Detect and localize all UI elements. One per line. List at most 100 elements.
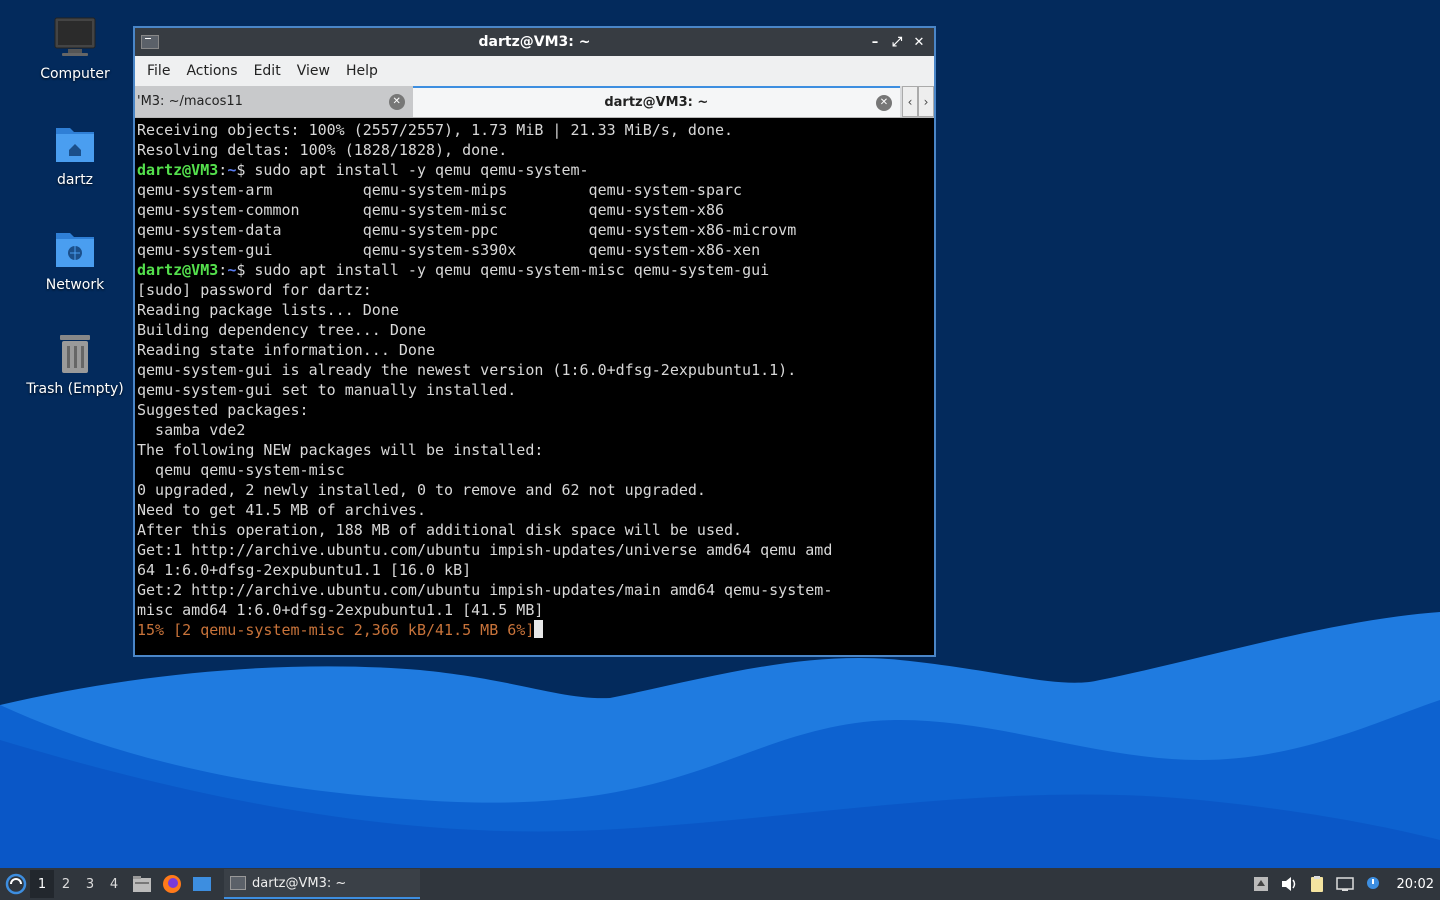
menu-file[interactable]: File — [139, 63, 178, 79]
output-text: After this operation, 188 MB of addition… — [137, 521, 743, 539]
minimize-button[interactable]: – — [866, 33, 884, 51]
volume-icon[interactable] — [1279, 874, 1299, 894]
terminal-line: qemu qemu-system-misc — [137, 460, 932, 480]
workspace-2[interactable]: 2 — [54, 870, 78, 898]
show-desktop-icon — [193, 877, 211, 891]
tab-bar: 'M3: ~/macos11 ✕ dartz@VM3: ~ ✕ ‹ › — [135, 86, 934, 118]
desktop-icon-home[interactable]: dartz — [10, 122, 140, 188]
terminal-line: qemu-system-gui set to manually installe… — [137, 380, 932, 400]
workspace-4[interactable]: 4 — [102, 870, 126, 898]
prompt-path: ~ — [227, 161, 237, 179]
desktop-icon-label: dartz — [56, 172, 94, 188]
terminal-line: [sudo] password for dartz: — [137, 280, 932, 300]
output-text: Reading state information... Done — [137, 341, 436, 359]
prompt-separator: : — [218, 161, 228, 179]
prompt-path: ~ — [227, 261, 237, 279]
terminal-line: qemu-system-data qemu-system-ppc qemu-sy… — [137, 220, 932, 240]
terminal-line: Resolving deltas: 100% (1828/1828), done… — [137, 140, 932, 160]
prompt-separator: : — [218, 261, 228, 279]
menubar: File Actions Edit View Help — [135, 56, 934, 86]
show-desktop-launcher[interactable] — [188, 870, 216, 898]
desktop-icon-label: Computer — [40, 66, 110, 82]
output-text: Building dependency tree... Done — [137, 321, 426, 339]
desktop-icon-computer[interactable]: Computer — [10, 16, 140, 82]
desktop-icon-label: Trash (Empty) — [26, 381, 124, 397]
menu-actions[interactable]: Actions — [178, 63, 245, 79]
terminal-line: qemu-system-arm qemu-system-mips qemu-sy… — [137, 180, 932, 200]
prompt-end: $ — [236, 261, 255, 279]
terminal-line: Get:1 http://archive.ubuntu.com/ubuntu i… — [137, 540, 932, 560]
file-manager-launcher[interactable] — [128, 870, 156, 898]
network-status-icon[interactable] — [1335, 874, 1355, 894]
terminal-line: Need to get 41.5 MB of archives. — [137, 500, 932, 520]
terminal-line: Reading package lists... Done — [137, 300, 932, 320]
output-text: Suggested packages: — [137, 401, 309, 419]
lubuntu-logo-icon — [5, 873, 27, 895]
terminal-line: dartz@VM3:~$ sudo apt install -y qemu qe… — [137, 260, 932, 280]
desktop-icon-network[interactable]: Network — [10, 227, 140, 293]
home-folder-icon — [56, 128, 94, 162]
terminal-output[interactable]: Receiving objects: 100% (2557/2557), 1.7… — [135, 118, 934, 655]
output-text: qemu-system-data qemu-system-ppc qemu-sy… — [137, 221, 797, 239]
workspace-3[interactable]: 3 — [78, 870, 102, 898]
tab-label: dartz@VM3: ~ — [604, 95, 709, 110]
window-titlebar[interactable]: dartz@VM3: ~ – ⤢ ✕ — [135, 28, 934, 56]
output-text: qemu-system-gui set to manually installe… — [137, 381, 517, 399]
terminal-line: Get:2 http://archive.ubuntu.com/ubuntu i… — [137, 580, 932, 600]
output-text: Get:2 http://archive.ubuntu.com/ubuntu i… — [137, 581, 833, 599]
terminal-line: misc amd64 1:6.0+dfsg-2expubuntu1.1 [41.… — [137, 600, 932, 620]
firefox-icon — [163, 875, 181, 893]
clipboard-icon[interactable] — [1307, 874, 1327, 894]
prompt-user: dartz@VM3 — [137, 261, 219, 279]
output-text: [sudo] password for dartz: — [137, 281, 372, 299]
output-text: Need to get 41.5 MB of archives. — [137, 501, 426, 519]
terminal-line: Receiving objects: 100% (2557/2557), 1.7… — [137, 120, 932, 140]
terminal-app-icon[interactable] — [141, 35, 159, 49]
close-button[interactable]: ✕ — [910, 33, 928, 51]
tab-scroll-left-icon[interactable]: ‹ — [902, 86, 918, 117]
terminal-line: qemu-system-common qemu-system-misc qemu… — [137, 200, 932, 220]
tab-macos11[interactable]: 'M3: ~/macos11 ✕ — [135, 86, 413, 117]
network-folder-icon — [56, 233, 94, 267]
terminal-line: qemu-system-gui qemu-system-s390x qemu-s… — [137, 240, 932, 260]
terminal-line: 64 1:6.0+dfsg-2expubuntu1.1 [16.0 kB] — [137, 560, 932, 580]
output-text: samba vde2 — [137, 421, 246, 439]
desktop-icon-label: Network — [45, 277, 105, 293]
output-text: Reading package lists... Done — [137, 301, 399, 319]
tab-close-icon[interactable]: ✕ — [388, 93, 405, 110]
taskbar-item-terminal[interactable]: dartz@VM3: ~ — [224, 869, 420, 899]
menu-help[interactable]: Help — [338, 63, 386, 79]
workspace-1[interactable]: 1 — [30, 870, 54, 898]
terminal-line: 15% [2 qemu-system-misc 2,366 kB/41.5 MB… — [137, 620, 932, 640]
output-text: qemu-system-arm qemu-system-mips qemu-sy… — [137, 181, 743, 199]
maximize-button[interactable]: ⤢ — [888, 33, 906, 51]
tab-scroll-right-icon[interactable]: › — [918, 86, 934, 117]
command-text: sudo apt install -y qemu qemu-system- — [254, 161, 589, 179]
task-label: dartz@VM3: ~ — [252, 875, 347, 891]
output-text: qemu-system-gui is already the newest ve… — [137, 361, 797, 379]
tab-home[interactable]: dartz@VM3: ~ ✕ — [412, 86, 900, 117]
terminal-line: samba vde2 — [137, 420, 932, 440]
start-menu-button[interactable] — [2, 870, 30, 898]
terminal-line: Reading state information... Done — [137, 340, 932, 360]
clock[interactable]: 20:02 — [1397, 877, 1434, 892]
notification-icon[interactable] — [1363, 874, 1383, 894]
terminal-line: Suggested packages: — [137, 400, 932, 420]
tab-close-icon[interactable]: ✕ — [876, 94, 892, 111]
firefox-launcher[interactable] — [158, 870, 186, 898]
menu-view[interactable]: View — [289, 63, 338, 79]
window-title: dartz@VM3: ~ — [478, 34, 591, 50]
output-text: qemu qemu-system-misc — [137, 461, 345, 479]
output-text: Receiving objects: 100% (2557/2557), 1.7… — [137, 121, 734, 139]
terminal-window[interactable]: dartz@VM3: ~ – ⤢ ✕ File Actions Edit Vie… — [133, 26, 936, 657]
prompt-end: $ — [236, 161, 255, 179]
menu-edit[interactable]: Edit — [246, 63, 289, 79]
eject-icon[interactable] — [1251, 874, 1271, 894]
output-text: misc amd64 1:6.0+dfsg-2expubuntu1.1 [41.… — [137, 601, 544, 619]
terminal-line: 0 upgraded, 2 newly installed, 0 to remo… — [137, 480, 932, 500]
output-text: The following NEW packages will be insta… — [137, 441, 544, 459]
output-text: Get:1 http://archive.ubuntu.com/ubuntu i… — [137, 541, 833, 559]
prompt-user: dartz@VM3 — [137, 161, 219, 179]
computer-icon — [54, 17, 96, 56]
desktop-icon-trash[interactable]: Trash (Empty) — [10, 331, 140, 397]
